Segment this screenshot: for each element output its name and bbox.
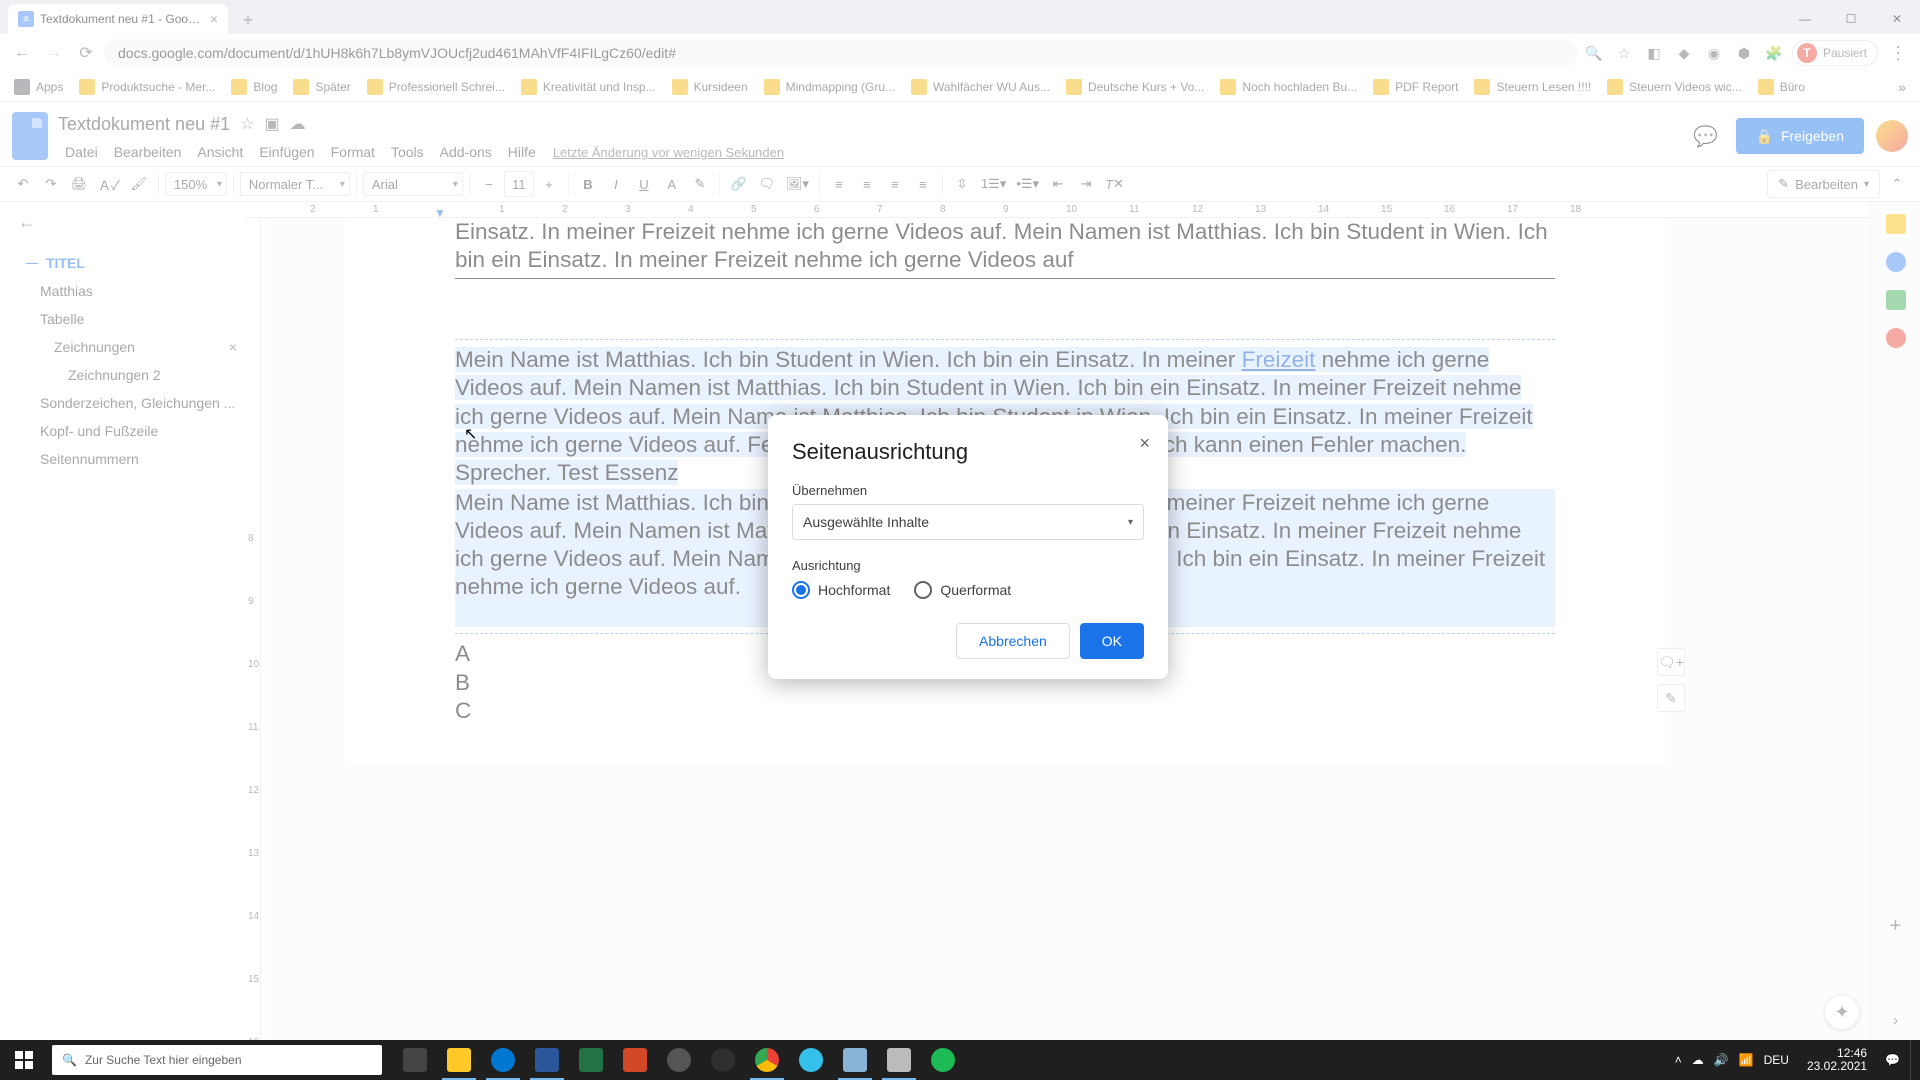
tray-network-icon[interactable]: 📶 [1739,1053,1754,1067]
radio-portrait[interactable]: Hochformat [792,581,890,599]
orientation-label: Ausrichtung [792,558,1144,573]
action-center-icon[interactable]: 💬 [1885,1053,1900,1067]
generic-app-icon[interactable] [658,1040,700,1080]
obs-icon[interactable] [702,1040,744,1080]
ok-button[interactable]: OK [1080,623,1144,659]
page-orientation-dialog: × Seitenausrichtung Übernehmen Ausgewähl… [768,415,1168,679]
notepad-icon[interactable] [834,1040,876,1080]
taskbar-clock[interactable]: 12:46 23.02.2021 [1799,1047,1875,1073]
tray-lang[interactable]: DEU [1764,1053,1789,1067]
chevron-down-icon: ▾ [1128,517,1133,528]
search-icon: 🔍 [62,1053,77,1067]
notepad2-icon[interactable] [878,1040,920,1080]
radio-landscape[interactable]: Querformat [914,581,1011,599]
radio-unchecked-icon [914,581,932,599]
edge-icon[interactable] [482,1040,524,1080]
excel-icon[interactable] [570,1040,612,1080]
tray-volume-icon[interactable]: 🔊 [1714,1053,1729,1067]
powerpoint-icon[interactable] [614,1040,656,1080]
chrome-icon[interactable] [746,1040,788,1080]
dialog-close-button[interactable]: × [1139,433,1150,454]
dialog-title: Seitenausrichtung [792,439,1144,465]
tray-cloud-icon[interactable]: ☁ [1692,1053,1704,1067]
windows-taskbar: 🔍 Zur Suche Text hier eingeben ˄ ☁ 🔊 📶 D… [0,1040,1920,1080]
show-desktop-button[interactable] [1910,1040,1916,1080]
start-button[interactable] [0,1040,48,1080]
file-explorer-icon[interactable] [438,1040,480,1080]
taskbar-search-box[interactable]: 🔍 Zur Suche Text hier eingeben [52,1045,382,1075]
radio-checked-icon [792,581,810,599]
tray-chevron-icon[interactable]: ˄ [1675,1053,1682,1067]
spotify-icon[interactable] [922,1040,964,1080]
apply-to-select[interactable]: Ausgewählte Inhalte ▾ [792,504,1144,540]
apply-to-label: Übernehmen [792,483,1144,498]
cancel-button[interactable]: Abbrechen [956,623,1070,659]
task-view-button[interactable] [394,1040,436,1080]
word-icon[interactable] [526,1040,568,1080]
edge2-icon[interactable] [790,1040,832,1080]
